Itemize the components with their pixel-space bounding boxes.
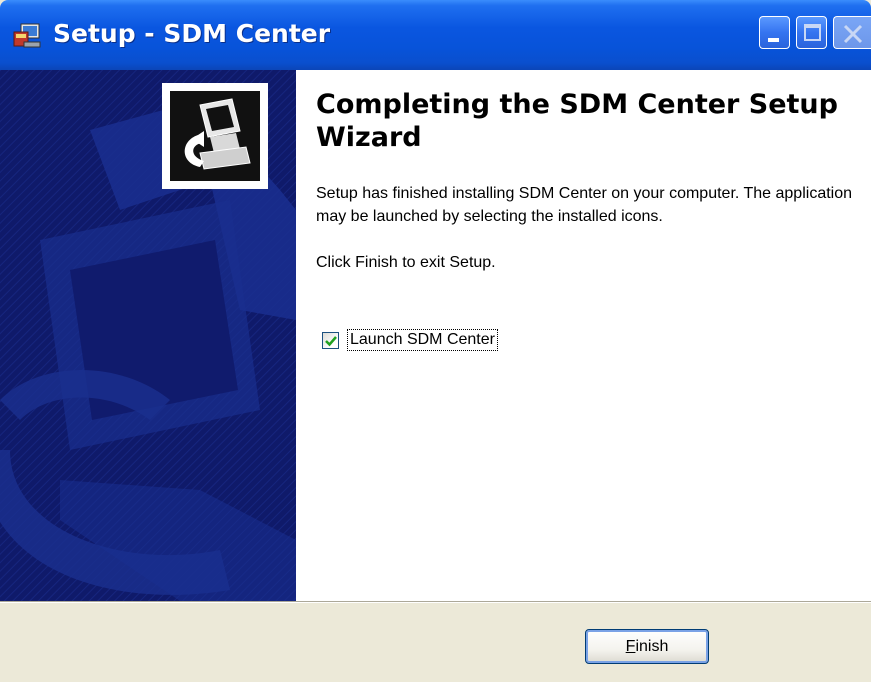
setup-logo-frame <box>162 83 268 189</box>
launch-checkbox-label[interactable]: Launch SDM Center <box>347 329 498 351</box>
close-icon <box>843 24 863 44</box>
checkmark-icon <box>325 335 337 346</box>
finish-instruction: Click Finish to exit Setup. <box>316 254 496 271</box>
setup-wizard-window: Setup - SDM Center Completing the SDM Ce… <box>0 0 871 682</box>
window-title: Setup - SDM Center <box>53 19 331 48</box>
finish-button[interactable]: Finish <box>585 629 709 664</box>
wizard-banner <box>0 70 296 601</box>
minimize-icon <box>768 38 779 42</box>
maximize-icon <box>804 24 821 41</box>
maximize-button[interactable] <box>796 16 827 49</box>
page-title: Completing the SDM Center Setup Wizard <box>316 89 838 153</box>
launch-checkbox[interactable] <box>322 331 339 349</box>
title-bar[interactable]: Setup - SDM Center <box>0 0 871 70</box>
launch-checkbox-row[interactable]: Launch SDM Center <box>322 328 498 352</box>
setup-app-icon <box>12 22 42 50</box>
wizard-content: Completing the SDM Center Setup Wizard S… <box>296 70 871 601</box>
computer-setup-icon <box>170 91 260 181</box>
footer-divider <box>0 601 871 603</box>
close-button[interactable] <box>833 16 871 49</box>
finish-mnemonic: F <box>625 637 636 655</box>
completion-message: Setup has finished installing SDM Center… <box>316 185 853 225</box>
finish-label-rest: inish <box>635 637 669 655</box>
minimize-button[interactable] <box>759 16 790 49</box>
